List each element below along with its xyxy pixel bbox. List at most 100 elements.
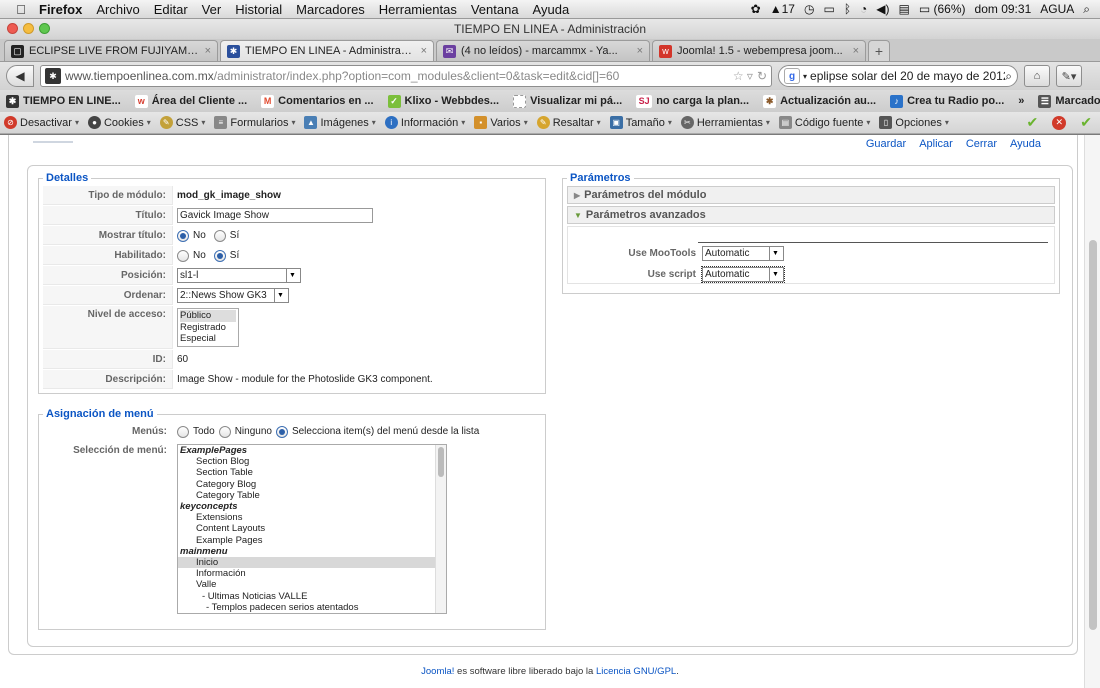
spotlight-icon[interactable]: ⌕ bbox=[1083, 2, 1090, 17]
site-identity-icon[interactable]: ✱ bbox=[45, 68, 61, 84]
close-tab-icon[interactable]: × bbox=[421, 45, 427, 57]
enabled-no-radio[interactable] bbox=[177, 249, 189, 262]
menu-item-informacion[interactable]: Información bbox=[178, 568, 446, 579]
menu-app-name[interactable]: Firefox bbox=[32, 2, 89, 17]
menu-item-inicio[interactable]: Inicio bbox=[178, 557, 446, 569]
bluetooth-icon[interactable]: ᛒ bbox=[844, 2, 851, 16]
dev-formularios[interactable]: ≡ Formularios ▾ bbox=[214, 116, 295, 129]
dropbox-icon[interactable]: ✿ bbox=[751, 2, 761, 16]
position-select[interactable]: sl1-l ▼ bbox=[177, 268, 301, 283]
dev-opciones[interactable]: ▯ Opciones ▾ bbox=[879, 116, 949, 129]
close-tab-icon[interactable]: × bbox=[205, 45, 211, 57]
minimize-window-icon[interactable] bbox=[23, 23, 34, 34]
show-title-no-radio[interactable] bbox=[177, 229, 189, 242]
menu-item-category-table[interactable]: Category Table bbox=[178, 490, 446, 501]
extension-button[interactable]: ✎▾ bbox=[1056, 65, 1082, 87]
joomla-link[interactable]: Joomla! bbox=[421, 666, 454, 677]
title-input[interactable]: Gavick Image Show bbox=[177, 208, 373, 223]
html-valid-check-icon[interactable]: ✔ bbox=[1080, 114, 1092, 131]
save-button[interactable]: Guardar bbox=[866, 138, 906, 150]
back-button[interactable]: ◀ bbox=[6, 65, 34, 87]
menus-select-radio[interactable] bbox=[275, 425, 288, 438]
dev-imagenes[interactable]: ▲ Imágenes ▾ bbox=[304, 116, 376, 129]
close-tab-icon[interactable]: × bbox=[853, 45, 859, 57]
module-params-panel-header[interactable]: ▶ Parámetros del módulo bbox=[567, 186, 1055, 204]
menu-ventana[interactable]: Ventana bbox=[464, 2, 526, 17]
battery-icon[interactable]: ▭ (66%) bbox=[919, 2, 966, 16]
apple-menu-icon[interactable]:  bbox=[10, 2, 32, 17]
google-search-engine-icon[interactable]: g bbox=[784, 68, 800, 84]
menu-herramientas[interactable]: Herramientas bbox=[372, 2, 464, 17]
new-tab-button[interactable]: + bbox=[868, 40, 890, 61]
js-error-icon[interactable]: ✕ bbox=[1052, 115, 1067, 130]
show-title-yes-radio[interactable] bbox=[213, 229, 226, 242]
menu-archivo[interactable]: Archivo bbox=[89, 2, 146, 17]
url-bar[interactable]: ✱ www.tiempoenlinea.com.mx/administrator… bbox=[40, 65, 772, 87]
dev-desactivar[interactable]: ⊘ Desactivar ▾ bbox=[4, 116, 79, 129]
bookmark-area-cliente[interactable]: w Área del Cliente ... bbox=[134, 94, 247, 108]
scrollbar-thumb[interactable] bbox=[438, 447, 444, 477]
tab-tiempo-admin[interactable]: ✱ TIEMPO EN LINEA - Administrac... × bbox=[220, 40, 434, 61]
access-option-special[interactable]: Especial bbox=[180, 333, 236, 345]
dev-informacion[interactable]: i Información ▾ bbox=[384, 116, 465, 129]
user-name[interactable]: AGUA bbox=[1040, 2, 1074, 16]
bookmark-comentarios[interactable]: M Comentarios en ... bbox=[261, 94, 374, 108]
search-icon[interactable]: ⌕ bbox=[1005, 69, 1012, 84]
use-mootools-select[interactable]: Automatic ▼ bbox=[702, 246, 784, 261]
bookmarks-menu-button[interactable]: ☰Marcadores▾ bbox=[1038, 94, 1100, 108]
menu-group-mainmenu[interactable]: mainmenu bbox=[178, 546, 446, 557]
dev-css[interactable]: ✎ CSS ▾ bbox=[159, 116, 205, 129]
access-listbox[interactable]: Público Registrado Especial bbox=[177, 308, 239, 347]
bookmark-klixo[interactable]: ✓ Klixo - Webbdes... bbox=[387, 94, 499, 108]
timemachine-icon[interactable]: ◷ bbox=[804, 2, 814, 16]
menu-item-content-layouts[interactable]: Content Layouts bbox=[178, 523, 446, 534]
tab-eclipse[interactable]: ▢ ECLIPSE LIVE FROM FUJIYAMA b... × bbox=[4, 40, 218, 61]
tab-yahoo-mail[interactable]: ✉ (4 no leídos) - marcammx - Ya... × bbox=[436, 40, 650, 61]
bookmark-no-carga[interactable]: SJ no carga la plan... bbox=[636, 94, 749, 108]
clock[interactable]: dom 09:31 bbox=[975, 2, 1032, 16]
enabled-yes-radio[interactable] bbox=[213, 249, 226, 262]
menu-historial[interactable]: Historial bbox=[228, 2, 289, 17]
dev-cookies[interactable]: ● Cookies ▾ bbox=[87, 116, 151, 129]
adobe-icon[interactable]: ▲17 bbox=[770, 2, 795, 16]
menu-item-ultimas-noticias[interactable]: - Ultimas Noticias VALLE bbox=[178, 591, 446, 602]
menu-ver[interactable]: Ver bbox=[195, 2, 229, 17]
license-link[interactable]: Licencia GNU/GPL bbox=[596, 666, 676, 677]
close-tab-icon[interactable]: × bbox=[637, 45, 643, 57]
page-scrollbar-thumb[interactable] bbox=[1089, 240, 1097, 630]
help-button[interactable]: Ayuda bbox=[1010, 138, 1041, 150]
menus-none-radio[interactable] bbox=[218, 425, 231, 438]
bookmark-visualizar[interactable]: Visualizar mi pá... bbox=[513, 94, 622, 108]
zoom-window-icon[interactable] bbox=[39, 23, 50, 34]
menu-item-example-pages[interactable]: Example Pages bbox=[178, 535, 446, 546]
menu-item-templos[interactable]: - Templos padecen serios atentados bbox=[178, 602, 446, 613]
volume-icon[interactable]: ◀) bbox=[876, 2, 889, 16]
bookmark-star-icon[interactable]: ☆ ▿ bbox=[733, 69, 753, 83]
menu-ayuda[interactable]: Ayuda bbox=[526, 2, 577, 17]
flag-icon[interactable]: ▤ bbox=[899, 2, 910, 16]
access-option-public[interactable]: Público bbox=[180, 310, 236, 322]
dev-resaltar[interactable]: ✎ Resaltar ▾ bbox=[536, 116, 601, 129]
reload-icon[interactable]: ↻ bbox=[757, 69, 767, 83]
menu-item-category-blog[interactable]: Category Blog bbox=[178, 479, 446, 490]
bookmark-actualizacion[interactable]: ✱ Actualización au... bbox=[763, 94, 876, 108]
wifi-icon[interactable]: ◔ bbox=[860, 2, 867, 16]
access-option-registered[interactable]: Registrado bbox=[180, 322, 236, 334]
tab-joomla-webempresa[interactable]: w Joomla! 1.5 - webempresa joom... × bbox=[652, 40, 866, 61]
menu-editar[interactable]: Editar bbox=[147, 2, 195, 17]
dev-herramientas[interactable]: ✂ Herramientas ▾ bbox=[680, 116, 770, 129]
search-engine-dropdown-icon[interactable]: ▾ bbox=[803, 72, 807, 81]
dev-tamano[interactable]: ▣ Tamaño ▾ bbox=[609, 116, 672, 129]
menu-selection-listbox[interactable]: ExamplePages Section Blog Section Table … bbox=[177, 444, 447, 614]
close-button[interactable]: Cerrar bbox=[966, 138, 997, 150]
advanced-params-panel-header[interactable]: ▼ Parámetros avanzados bbox=[567, 206, 1055, 224]
menu-group-keyconcepts[interactable]: keyconcepts bbox=[178, 501, 446, 512]
bookmark-crea-radio[interactable]: ♪ Crea tu Radio po... bbox=[890, 94, 1004, 108]
home-button[interactable]: ⌂ bbox=[1024, 65, 1050, 87]
display-icon[interactable]: ▭ bbox=[823, 2, 834, 16]
search-bar[interactable]: g ▾ eplipse solar del 20 de mayo de 2012… bbox=[778, 65, 1018, 87]
use-script-select[interactable]: Automatic ▼ bbox=[701, 266, 785, 283]
page-scrollbar[interactable] bbox=[1084, 135, 1100, 688]
css-valid-check-icon[interactable]: ✔ bbox=[1027, 114, 1039, 131]
dev-codigo-fuente[interactable]: ▤ Código fuente ▾ bbox=[778, 116, 870, 129]
